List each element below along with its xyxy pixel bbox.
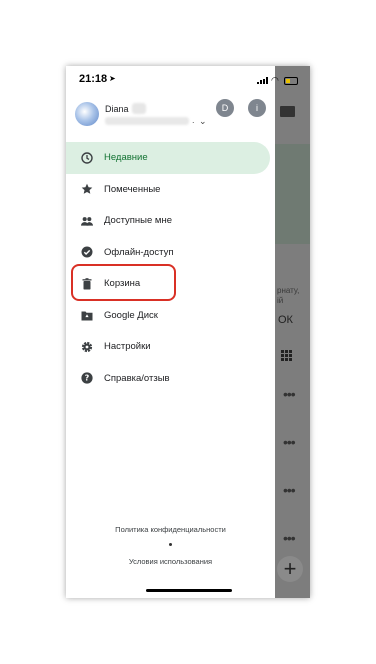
fab-add-button: +	[277, 556, 303, 582]
menu-item-shared[interactable]: Доступные мне	[66, 205, 275, 237]
menu-item-settings[interactable]: Настройки	[66, 331, 275, 363]
menu-item-recent[interactable]: Недавние	[66, 142, 270, 174]
svg-text:?: ?	[85, 374, 90, 383]
people-icon	[81, 215, 93, 227]
menu-item-label: Доступные мне	[104, 215, 172, 227]
star-icon	[81, 183, 93, 195]
menu-item-label: Помеченные	[104, 183, 161, 195]
account-name-blur	[132, 103, 146, 114]
more-icon: •••	[283, 530, 296, 546]
account-info-button[interactable]: i	[248, 99, 266, 117]
gear-icon	[81, 341, 93, 353]
menu-item-label: Недавние	[104, 152, 148, 164]
footer-separator	[169, 543, 172, 546]
offline-check-icon	[81, 246, 93, 258]
home-indicator	[146, 589, 232, 592]
background-app-overlay[interactable]: рнату, ій ОК ••• ••• ••• ••• +	[275, 66, 310, 598]
status-time: 21:18	[79, 73, 108, 85]
menu-item-starred[interactable]: Помеченные	[66, 174, 275, 206]
wifi-icon: ◠	[271, 75, 279, 85]
menu-item-help[interactable]: ? Справка/отзыв	[66, 363, 275, 395]
signal-icon	[257, 77, 269, 84]
menu-item-label: Офлайн-доступ	[104, 246, 174, 258]
phone-screen: рнату, ій ОК ••• ••• ••• ••• + 21:18 ➤ D…	[66, 66, 310, 598]
menu-item-label: Google Диск	[104, 309, 158, 321]
background-ok-button: ОК	[278, 314, 293, 326]
menu-item-google-drive[interactable]: Google Диск	[66, 300, 275, 332]
privacy-policy-link[interactable]: Политика конфиденциальности	[66, 525, 275, 534]
help-icon: ?	[81, 372, 93, 384]
trash-highlight-annotation	[71, 264, 176, 301]
location-arrow-icon: ➤	[109, 74, 116, 83]
account-name: Diana	[105, 104, 129, 114]
background-text: ій	[277, 296, 284, 305]
chevron-down-icon[interactable]: ⌄	[199, 116, 207, 127]
menu-item-label: Настройки	[104, 341, 151, 353]
background-text: рнату,	[277, 286, 300, 295]
account-switch-button[interactable]: D	[216, 99, 234, 117]
email-separator: .	[192, 115, 195, 125]
menu-item-label: Справка/отзыв	[104, 372, 170, 384]
battery-icon	[284, 77, 298, 85]
more-icon: •••	[283, 434, 296, 450]
terms-of-use-link[interactable]: Условия использования	[66, 557, 275, 566]
account-email-blur	[105, 117, 189, 125]
navigation-drawer: 21:18 ➤ Diana . ⌄ D i Недавние Помеченны…	[66, 66, 275, 598]
clock-icon	[81, 152, 93, 164]
more-icon: •••	[283, 386, 296, 402]
more-icon: •••	[283, 482, 296, 498]
folder-icon	[280, 106, 295, 117]
drive-folder-icon	[81, 309, 93, 321]
grid-view-icon	[281, 350, 293, 361]
avatar[interactable]	[75, 102, 99, 126]
background-banner	[275, 144, 310, 244]
